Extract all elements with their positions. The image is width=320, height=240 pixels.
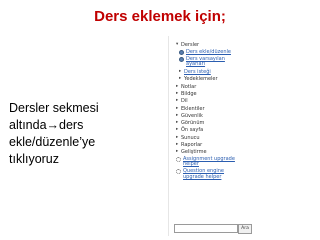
tree-item-label: Notlar [181, 83, 197, 90]
tree-item-label[interactable]: Ders isteği [184, 69, 211, 75]
instruction-line-3: ekle/düzenle’ye [9, 135, 96, 149]
instruction-line-4: tıklıyoruz [9, 152, 60, 166]
tree-item-dil[interactable]: ▸ Dil [169, 98, 253, 105]
tree-item-label: Güvenlik [181, 112, 203, 119]
tree-item-label: Eklentiler [181, 105, 205, 112]
tree-item-label: Görünüm [181, 120, 205, 127]
tree-item-dersler[interactable]: ▾ Dersler [169, 42, 253, 49]
tree-item-ders-istegi[interactable]: ▸ Ders isteği [169, 69, 253, 76]
gear-icon [176, 169, 181, 175]
tree-item-label: Sunucu [181, 134, 200, 141]
tree-item-label[interactable]: Ders ekle/düzenle [186, 49, 231, 55]
search-button[interactable]: Ara [238, 224, 252, 234]
admin-tree: ▾ Dersler Ders ekle/düzenle Ders varsayı… [169, 36, 253, 182]
gear-icon [176, 156, 181, 162]
search-input[interactable] [174, 224, 238, 233]
tree-item-label-line-2: helper [183, 161, 199, 168]
tree-item-eklentiler[interactable]: ▸ Eklentiler [169, 106, 253, 113]
tree-item-label-line-2: ayarları [186, 61, 206, 68]
tree-item-label[interactable]: Question engine upgrade helper [183, 168, 224, 181]
tree-item-on-sayfa[interactable]: ▸ Ön sayfa [169, 127, 253, 134]
slide-title: Ders eklemek için; [94, 8, 226, 25]
tree-item-label: Bildge [181, 90, 197, 97]
instruction-text: Dersler sekmesi altında→ders ekle/düzenl… [9, 100, 159, 168]
instruction-line-1: Dersler sekmesi [9, 101, 99, 115]
arrow-right-icon: → [46, 118, 60, 132]
tree-item-label: Dil [181, 98, 188, 105]
tree-item-label: Ön sayfa [181, 127, 204, 134]
tree-item-label: Geliştirme [181, 149, 207, 156]
instruction-line-2-start: altında [9, 118, 47, 132]
tree-item-guvenlik[interactable]: ▸ Güvenlik [169, 113, 253, 120]
tree-item-sunucu[interactable]: ▸ Sunucu [169, 135, 253, 142]
tree-item-label[interactable]: Assignment upgrade helper [183, 156, 235, 169]
page-icon [179, 49, 184, 55]
instruction-line-2: altında→ders [9, 117, 159, 134]
tree-item-label: Raporlar [181, 142, 203, 149]
tree-item-label[interactable]: Ders varsayılan ayarları [186, 56, 225, 69]
tree-item-label: Dersler [181, 42, 200, 48]
tree-item-yedeklemeler[interactable]: ▸ Yedeklemeler [169, 76, 253, 83]
admin-tree-screenshot: ▾ Dersler Ders ekle/düzenle Ders varsayı… [168, 36, 253, 236]
instruction-line-2-end: ders [59, 118, 84, 132]
tree-item-raporlar[interactable]: ▸ Raporlar [169, 142, 253, 149]
tree-item-question-engine[interactable]: Question engine upgrade helper [169, 168, 253, 182]
tree-item-label-line-2: upgrade helper [183, 173, 222, 180]
page-icon [179, 57, 184, 63]
tree-item-label: Yedeklemeler [184, 76, 218, 83]
tree-item-bildge[interactable]: ▸ Bildge [169, 91, 253, 98]
tree-item-ders-varsayilan[interactable]: Ders varsayılan ayarları [169, 56, 253, 70]
tree-item-notlar[interactable]: ▸ Notlar [169, 84, 253, 91]
